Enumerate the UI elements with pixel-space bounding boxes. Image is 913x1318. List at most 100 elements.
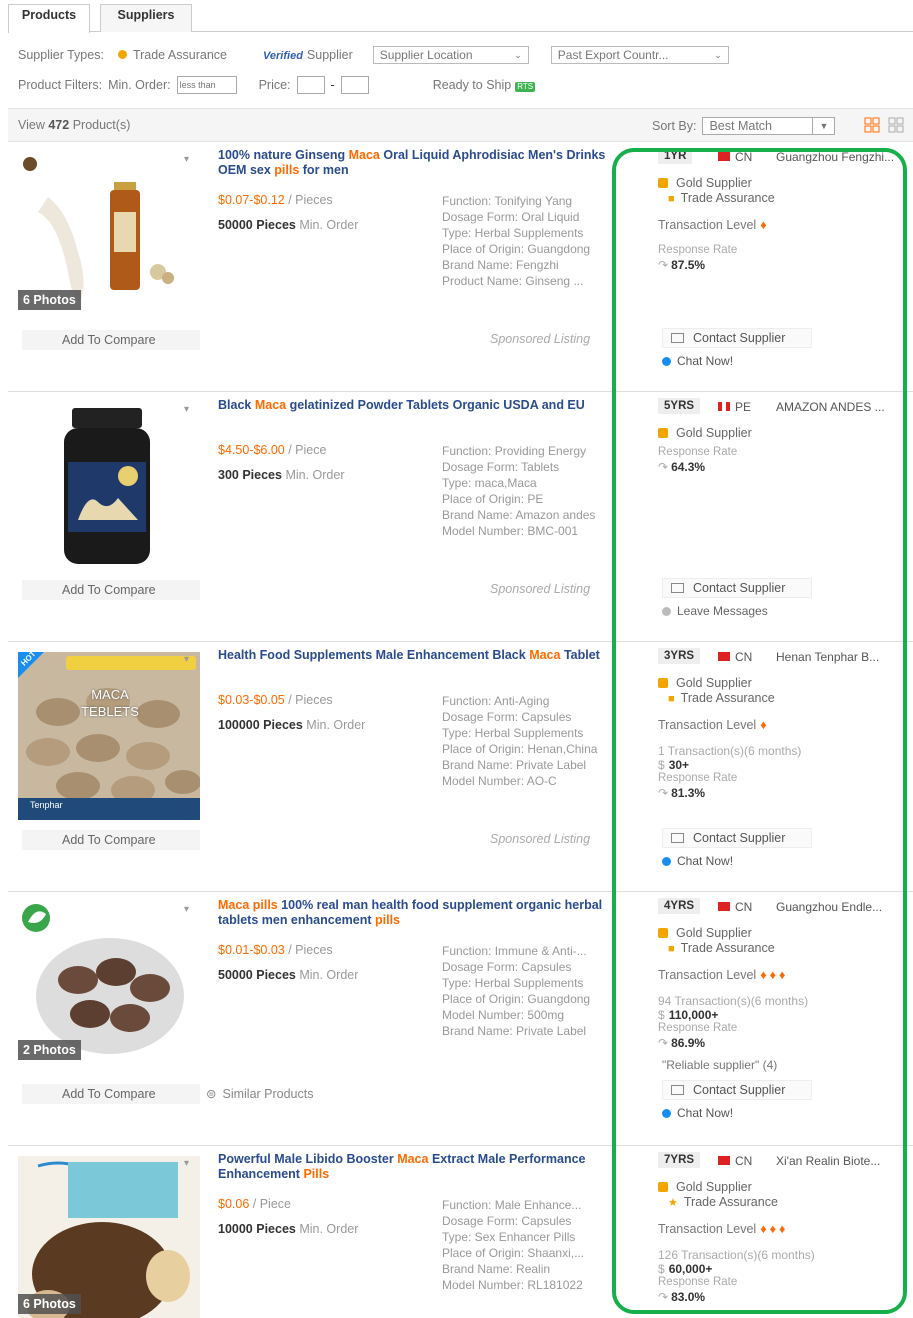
chat-now-label: Chat Now! <box>677 854 734 868</box>
product-image[interactable] <box>18 402 200 570</box>
add-to-compare[interactable]: Add To Compare <box>22 330 200 350</box>
supplier-info: 5YRS PE AMAZON ANDES ... Gold Supplier R… <box>658 398 908 638</box>
tab-products[interactable]: Products <box>8 4 90 33</box>
ready-to-ship-filter[interactable]: Ready to Ship RTS <box>433 78 536 92</box>
contact-supplier-button[interactable]: Contact Supplier <box>662 328 812 348</box>
chat-now-label: Chat Now! <box>677 354 734 368</box>
gold-supplier: Gold Supplier <box>658 176 752 190</box>
more-options-icon[interactable]: ▾ <box>184 654 189 665</box>
min-order-label: Min. Order: <box>108 78 171 92</box>
add-to-compare[interactable]: Add To Compare <box>22 830 200 850</box>
product-card: 6 Photos ▾ Add To Compare 100% nature Gi… <box>8 142 913 392</box>
title-text: 100% nature Ginseng <box>218 148 349 162</box>
filter-panel: Supplier Types: Trade Assurance Verified… <box>8 36 913 106</box>
chat-icon <box>662 1109 671 1118</box>
similar-products-link[interactable]: ⊜ Similar Products <box>206 1086 313 1101</box>
more-options-icon[interactable]: ▾ <box>184 1158 189 1169</box>
response-rate-value: 87.5% <box>671 258 706 272</box>
product-attributes: Function: Providing Energy Dosage Form: … <box>442 443 616 539</box>
product-attributes: Function: Anti-Aging Dosage Form: Capsul… <box>442 693 616 789</box>
more-options-icon[interactable]: ▾ <box>184 154 189 165</box>
product-title[interactable]: Health Food Supplements Male Enhancement… <box>218 648 610 663</box>
supplier-name[interactable]: AMAZON ANDES ... <box>776 400 908 414</box>
attr-line: Type: Herbal Supplements <box>442 226 584 240</box>
add-to-compare[interactable]: Add To Compare <box>22 1084 200 1104</box>
transaction-count: 1 Transaction(s)(6 months) <box>658 744 802 758</box>
sponsored-label: Sponsored Listing <box>490 582 591 596</box>
envelope-icon <box>671 583 684 593</box>
min-order: 300 Pieces Min. Order <box>218 468 344 482</box>
min-order: 100000 Pieces Min. Order <box>218 718 365 732</box>
past-export-select[interactable]: Past Export Countr... ⌄ <box>550 46 729 64</box>
attr-line: Brand Name: Amazon andes <box>442 508 596 522</box>
gold-supplier-icon <box>658 428 668 438</box>
contact-supplier-button[interactable]: Contact Supplier <box>662 1080 812 1100</box>
results-prefix: View <box>18 118 45 132</box>
price-max-input[interactable] <box>340 76 369 94</box>
more-options-icon[interactable]: ▾ <box>184 904 189 915</box>
title-keyword: Maca <box>397 1152 429 1166</box>
min-order-input[interactable] <box>176 76 237 94</box>
gallery-view-icon[interactable] <box>888 117 904 133</box>
photos-badge[interactable]: 2 Photos <box>18 1040 81 1060</box>
price-range: $0.07-$0.12 <box>218 193 285 207</box>
contact-supplier-button[interactable]: Contact Supplier <box>662 578 812 598</box>
product-attributes: Function: Tonifying Yang Dosage Form: Or… <box>442 193 616 289</box>
title-keyword: Maca <box>529 648 561 662</box>
trade-assurance-filter[interactable]: Trade Assurance <box>117 48 227 62</box>
price-unit: / Pieces <box>288 943 333 957</box>
maca-tablets-image <box>18 652 201 820</box>
supplier-name[interactable]: Henan Tenphar B... <box>776 650 908 664</box>
contact-supplier-button[interactable]: Contact Supplier <box>662 828 812 848</box>
attr-line: Brand Name: Fengzhi <box>442 258 559 272</box>
response-rate-label: Response Rate <box>658 1276 738 1288</box>
title-keyword: pills <box>375 913 401 927</box>
response-rate: ↷ 64.3% <box>658 460 705 474</box>
supplier-name[interactable]: Xi'an Realin Biote... <box>776 1154 908 1168</box>
product-filters-row: Product Filters: Min. Order: Price: - Re… <box>18 76 536 94</box>
title-keyword: pills <box>274 163 300 177</box>
price-min-input[interactable] <box>296 76 325 94</box>
title-keyword: Maca pills <box>218 898 278 912</box>
trade-assurance-icon <box>117 50 127 59</box>
verified-supplier-filter[interactable]: Verified Supplier <box>263 48 353 62</box>
response-rate-label: Response Rate <box>658 772 738 784</box>
add-to-compare[interactable]: Add To Compare <box>22 580 200 600</box>
sort-select[interactable]: Best Match ▼ <box>702 117 836 135</box>
title-text: for men <box>299 163 349 177</box>
product-title[interactable]: Maca pills 100% real man health food sup… <box>218 898 610 928</box>
moq-label: Min. Order <box>299 968 359 982</box>
product-image[interactable] <box>18 652 201 820</box>
product-title[interactable]: Powerful Male Libido Booster Maca Extrac… <box>218 1152 610 1182</box>
title-keyword: Pills <box>303 1167 330 1181</box>
more-options-icon[interactable]: ▾ <box>184 404 189 415</box>
country-code: PE <box>735 400 752 414</box>
tab-suppliers[interactable]: Suppliers <box>100 4 192 32</box>
product-title[interactable]: 100% nature Ginseng Maca Oral Liquid Aph… <box>218 148 610 178</box>
reliable-supplier-tag[interactable]: "Reliable supplier" (4) <box>662 1058 777 1072</box>
list-view-icon[interactable] <box>864 117 880 133</box>
min-order: 10000 Pieces Min. Order <box>218 1222 358 1236</box>
contact-supplier-label: Contact Supplier <box>693 331 786 345</box>
supplier-location-select[interactable]: Supplier Location ⌄ <box>372 46 529 64</box>
product-card: 6 Photos ▾ Powerful Male Libido Booster … <box>8 1146 913 1318</box>
response-rate: ↷ 81.3% <box>658 786 705 800</box>
chevron-down-icon: ⌄ <box>714 50 722 60</box>
product-card: HOT MACA TEBLETS Tenphar ▾ Add To Compar… <box>8 642 913 892</box>
leave-messages-link[interactable]: Leave Messages <box>662 604 768 618</box>
photos-badge[interactable]: 6 Photos <box>18 1294 81 1314</box>
trade-assurance-badge: ■ Trade Assurance <box>668 941 775 955</box>
transaction-amount: $60,000+ <box>658 1262 712 1276</box>
photos-badge[interactable]: 6 Photos <box>18 290 81 310</box>
chat-now-link[interactable]: Chat Now! <box>662 854 733 868</box>
diamond-icon: ♦ <box>760 718 770 732</box>
supplier-name[interactable]: Guangzhou Endle... <box>776 900 908 914</box>
product-title[interactable]: Black Maca gelatinized Powder Tablets Or… <box>218 398 610 413</box>
chat-now-link[interactable]: Chat Now! <box>662 1106 733 1120</box>
price-range: $0.03-$0.05 <box>218 693 285 707</box>
supplier-name[interactable]: Guangzhou Fengzhi... <box>776 150 908 164</box>
gold-supplier-label: Gold Supplier <box>676 676 752 690</box>
country-code: CN <box>735 1154 753 1168</box>
attr-line: Function: Immune & Anti-... <box>442 944 587 958</box>
chat-now-link[interactable]: Chat Now! <box>662 354 733 368</box>
